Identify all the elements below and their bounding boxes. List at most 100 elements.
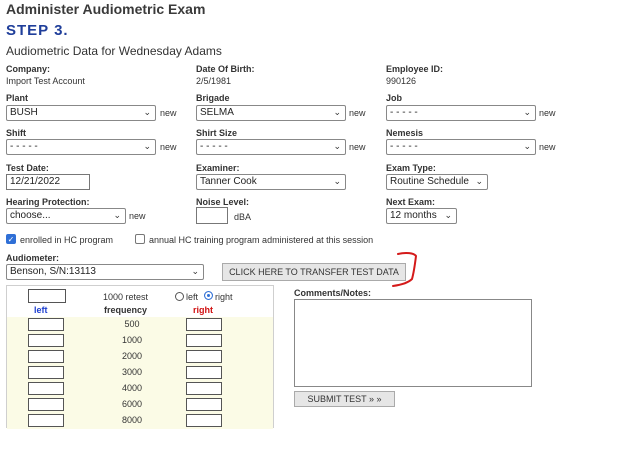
annual-training-checkbox[interactable]: [135, 234, 145, 244]
hearing-protection-select-value: choose...: [10, 210, 51, 221]
shift-select[interactable]: - - - - - ⌄: [6, 139, 156, 155]
employee-id-label: Employee ID:: [386, 64, 444, 74]
nemesis-select[interactable]: - - - - - ⌄: [386, 139, 536, 155]
hearing-protection-select[interactable]: choose... ⌄: [6, 208, 126, 224]
right-threshold-input[interactable]: [186, 334, 222, 347]
hearing-protection-label: Hearing Protection:: [6, 197, 90, 207]
retest-left-radio-label: left: [186, 292, 199, 302]
left-threshold-input[interactable]: [28, 414, 64, 427]
chevron-down-icon: ⌄: [143, 107, 151, 117]
shirt-size-select-value: - - - - -: [200, 141, 228, 152]
plant-select-value: BUSH: [10, 107, 38, 118]
shift-label: Shift: [6, 128, 26, 138]
shirt-size-select[interactable]: - - - - - ⌄: [196, 139, 346, 155]
step-heading: STEP 3.: [6, 22, 69, 39]
left-threshold-input[interactable]: [28, 334, 64, 347]
noise-level-label: Noise Level:: [196, 197, 250, 207]
retest-left-radio[interactable]: [175, 292, 184, 301]
dob-label: Date Of Birth:: [196, 64, 255, 74]
examiner-select[interactable]: Tanner Cook ⌄: [196, 174, 346, 190]
test-date-input[interactable]: 12/21/2022: [6, 174, 90, 190]
left-threshold-input[interactable]: [28, 318, 64, 331]
nemesis-select-value: - - - - -: [390, 141, 418, 152]
left-threshold-input[interactable]: [28, 350, 64, 363]
frequency-label: 3000: [121, 367, 143, 377]
chevron-down-icon: ⌄: [444, 210, 452, 220]
chevron-down-icon: ⌄: [113, 210, 121, 220]
right-threshold-input[interactable]: [186, 414, 222, 427]
right-threshold-input[interactable]: [186, 366, 222, 379]
hearing-protection-new-link[interactable]: new: [129, 211, 146, 221]
brigade-label: Brigade: [196, 93, 230, 103]
chevron-down-icon: ⌄: [333, 141, 341, 151]
shift-select-value: - - - - -: [10, 141, 38, 152]
chevron-down-icon: ⌄: [191, 266, 199, 276]
job-select-value: - - - - -: [390, 107, 418, 118]
audiometer-select-value: Benson, S/N:13113: [10, 266, 96, 277]
nemesis-new-link[interactable]: new: [539, 142, 556, 152]
frequency-label: 4000: [121, 383, 143, 393]
chevron-down-icon: ⌄: [333, 107, 341, 117]
next-exam-select[interactable]: 12 months ⌄: [386, 208, 457, 224]
next-exam-label: Next Exam:: [386, 197, 436, 207]
chevron-down-icon: ⌄: [475, 176, 483, 186]
enrolled-checkbox[interactable]: ✓: [6, 234, 16, 244]
job-label: Job: [386, 93, 403, 103]
test-data-panel: 1000 retest left right left frequency ri…: [6, 285, 274, 429]
next-exam-select-value: 12 months: [390, 210, 437, 221]
audiometer-select[interactable]: Benson, S/N:13113 ⌄: [6, 264, 204, 280]
right-threshold-input[interactable]: [186, 318, 222, 331]
page-title: Administer Audiometric Exam: [6, 1, 206, 17]
page-subtitle: Audiometric Data for Wednesday Adams: [6, 44, 222, 58]
frequency-row: 3000: [7, 365, 273, 381]
right-threshold-input[interactable]: [186, 398, 222, 411]
retest-left-input[interactable]: [28, 289, 66, 303]
enrolled-checkbox-label: enrolled in HC program: [20, 235, 114, 245]
brigade-select-value: SELMA: [200, 107, 234, 118]
frequency-row: 8000: [7, 413, 273, 429]
comments-textarea[interactable]: [294, 299, 532, 387]
frequency-row: 2000: [7, 349, 273, 365]
right-column-header: right: [193, 305, 213, 315]
brigade-new-link[interactable]: new: [349, 108, 366, 118]
frequency-column-header: frequency: [104, 305, 148, 315]
shift-new-link[interactable]: new: [160, 142, 177, 152]
left-threshold-input[interactable]: [28, 366, 64, 379]
noise-level-unit: dBA: [234, 212, 252, 222]
frequency-label: 2000: [121, 351, 143, 361]
chevron-down-icon: ⌄: [523, 107, 531, 117]
brigade-select[interactable]: SELMA ⌄: [196, 105, 346, 121]
left-threshold-input[interactable]: [28, 398, 64, 411]
frequency-label: 500: [124, 319, 140, 329]
dob-value: 2/5/1981: [196, 76, 232, 86]
submit-test-button[interactable]: SUBMIT TEST » »: [294, 391, 395, 407]
job-new-link[interactable]: new: [539, 108, 556, 118]
plant-label: Plant: [6, 93, 29, 103]
right-threshold-input[interactable]: [186, 382, 222, 395]
frequency-row: 1000: [7, 333, 273, 349]
employee-id-value: 990126: [386, 76, 417, 86]
frequency-label: 8000: [121, 415, 143, 425]
shirt-size-new-link[interactable]: new: [349, 142, 366, 152]
annotation-bracket-mark: [392, 251, 418, 287]
frequency-row: 500: [7, 317, 273, 333]
retest-right-radio-label: right: [215, 292, 233, 302]
chevron-down-icon: ⌄: [143, 141, 151, 151]
transfer-test-data-button[interactable]: CLICK HERE TO TRANSFER TEST DATA: [222, 263, 406, 281]
test-date-label: Test Date:: [6, 163, 49, 173]
retest-label: 1000 retest: [103, 292, 149, 302]
chevron-down-icon: ⌄: [333, 176, 341, 186]
exam-type-select-value: Routine Schedule: [390, 176, 469, 187]
frequency-row: 6000: [7, 397, 273, 413]
examiner-label: Examiner:: [196, 163, 240, 173]
exam-type-select[interactable]: Routine Schedule ⌄: [386, 174, 488, 190]
plant-new-link[interactable]: new: [160, 108, 177, 118]
plant-select[interactable]: BUSH ⌄: [6, 105, 156, 121]
exam-type-label: Exam Type:: [386, 163, 436, 173]
left-threshold-input[interactable]: [28, 382, 64, 395]
audiometer-label: Audiometer:: [6, 253, 60, 263]
right-threshold-input[interactable]: [186, 350, 222, 363]
retest-right-radio[interactable]: [204, 291, 213, 300]
noise-level-input[interactable]: [196, 207, 228, 224]
job-select[interactable]: - - - - - ⌄: [386, 105, 536, 121]
